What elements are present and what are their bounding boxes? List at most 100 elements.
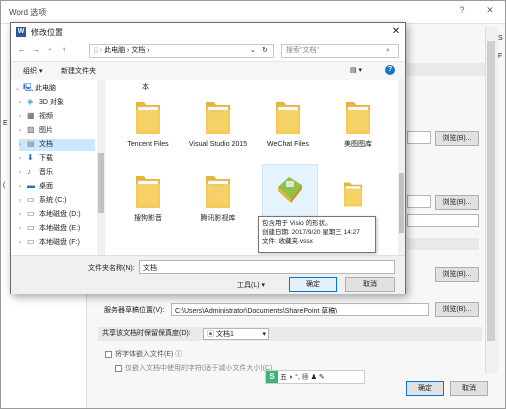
- folder-name-input[interactable]: 文档: [139, 260, 395, 274]
- chevron-right-icon[interactable]: ›: [19, 111, 27, 123]
- search-box[interactable]: 搜索"文档" ⌕: [281, 44, 399, 58]
- search-placeholder: 搜索"文档": [286, 47, 319, 54]
- ime-toolbar[interactable]: S 五 ◗ °, ▦ ♟ ✎: [265, 370, 365, 384]
- chevron-right-icon[interactable]: ›: [19, 139, 27, 151]
- recent-chevron-icon[interactable]: ⌄: [45, 45, 55, 57]
- server-drafts-field[interactable]: C:\Users\Administrator\Documents\SharePo…: [171, 303, 429, 316]
- drive-icon: ▭: [27, 195, 35, 205]
- back-arrow-icon[interactable]: ←: [17, 45, 27, 57]
- chevron-right-icon[interactable]: ›: [19, 97, 27, 109]
- forward-arrow-icon[interactable]: →: [31, 45, 41, 57]
- nav-tree-item[interactable]: › ▨ 图片: [19, 125, 95, 137]
- nav-tree-item[interactable]: › ▦ 视频: [19, 111, 95, 123]
- help-icon[interactable]: ?: [385, 65, 395, 75]
- new-folder-button[interactable]: 新建文件夹: [61, 66, 96, 76]
- file-tooltip: 包含用于 Visio 的形状。 创建日期: 2017/9/20 星期三 14:2…: [258, 216, 376, 253]
- ime-tools[interactable]: 五 ◗ °, ▦ ♟ ✎: [280, 374, 325, 381]
- sogou-s-icon: S: [266, 371, 278, 383]
- embed-fonts-option[interactable]: 将字体嵌入文件(E) ⓘ: [105, 349, 182, 359]
- drive-icon: ▭: [27, 223, 35, 233]
- file-list-scrollbar-thumb[interactable]: [399, 173, 404, 233]
- nav-tree-item[interactable]: › ⬇ 下载: [19, 153, 95, 165]
- options-cancel-button[interactable]: 取消: [450, 381, 488, 396]
- folder-item[interactable]: 美图图库: [326, 92, 390, 162]
- embed-fonts-label: 将字体嵌入文件(E): [115, 351, 174, 358]
- folder-name: 腾讯影视库: [200, 215, 236, 222]
- nav-tree-item[interactable]: ⌄ 🖳此电脑: [15, 83, 95, 95]
- help-button[interactable]: ?: [453, 5, 471, 19]
- fidelity-doc-select[interactable]: ▣ 文档1 ▾: [203, 328, 269, 340]
- nav-tree-item[interactable]: › ▬ 桌面: [19, 181, 95, 193]
- embed-only-used-option[interactable]: 仅嵌入文档中使用的字符(适于减小文件大小)(C): [115, 363, 272, 373]
- folder-icon: [136, 102, 160, 134]
- nav-tree-label: 音乐: [39, 169, 53, 176]
- browse-button[interactable]: 浏览(B)...: [435, 302, 479, 317]
- folder-item[interactable]: Tencent Files: [116, 92, 180, 162]
- chevron-down-icon[interactable]: ⌄: [250, 45, 256, 57]
- dialog-ok-button[interactable]: 确定: [289, 277, 337, 292]
- address-bar[interactable]: ▯ › 此电脑 › 文档 › ⌄ ↻: [89, 44, 274, 58]
- nav-tree-label: 视频: [39, 113, 53, 120]
- fidelity-section: 共享该文档时保留保真度(D):: [98, 327, 482, 341]
- drive-icon: ▭: [27, 237, 35, 247]
- 3d-objects-icon: ◈: [27, 97, 34, 107]
- nav-tree-item[interactable]: › ▤ 文档: [19, 139, 95, 151]
- folder-small-icon: ▯ ›: [94, 47, 105, 54]
- path-field[interactable]: [407, 195, 431, 208]
- close-icon[interactable]: ✕: [389, 25, 403, 39]
- folder-item[interactable]: 搜狗影音: [116, 166, 180, 236]
- folder-name: Visual Studio 2015: [188, 141, 248, 148]
- up-arrow-icon[interactable]: ↑: [59, 45, 69, 57]
- info-icon: ⓘ: [173, 351, 183, 358]
- chevron-right-icon[interactable]: ›: [19, 153, 27, 165]
- browse-button[interactable]: 浏览(B)...: [435, 267, 479, 282]
- organize-menu[interactable]: 组织 ▾: [23, 66, 42, 76]
- embed-fonts-checkbox[interactable]: [105, 350, 112, 358]
- folder-icon[interactable]: [342, 178, 364, 208]
- browse-button[interactable]: 浏览(B)...: [435, 131, 479, 146]
- folder-name: Tencent Files: [127, 141, 169, 148]
- folder-item[interactable]: 腾讯影视库: [186, 166, 250, 236]
- folder-item[interactable]: WeChat Files: [256, 92, 320, 162]
- nav-tree-label: 下载: [39, 155, 53, 162]
- chevron-right-icon[interactable]: ›: [19, 209, 27, 221]
- chevron-right-icon[interactable]: ›: [19, 125, 27, 137]
- search-icon[interactable]: ⌕: [386, 45, 390, 57]
- nav-tree-item[interactable]: › ▭ 系统 (C:): [19, 195, 95, 207]
- navigation-pane: ⌄ 🖳此电脑 › ◈ 3D 对象 › ▦ 视频 › ▨ 图片 › ▤ 文档 › ⬇ 下载 › ♪ 音乐 › ▬ 桌面 › ▭ 系统…: [11, 80, 98, 255]
- chevron-right-icon[interactable]: ›: [19, 181, 27, 193]
- nav-pane-scrollbar-thumb[interactable]: [98, 153, 104, 213]
- browse-button[interactable]: 浏览(B)...: [435, 195, 479, 210]
- nav-tree-item[interactable]: › ▭ 本地磁盘 (D:): [19, 209, 95, 221]
- breadcrumb-pc[interactable]: 此电脑: [104, 47, 125, 54]
- chevron-right-icon[interactable]: ›: [19, 195, 27, 207]
- path-field[interactable]: [407, 131, 431, 144]
- chevron-right-icon[interactable]: ›: [19, 223, 27, 235]
- chevron-right-icon[interactable]: ›: [19, 167, 27, 179]
- visio-stencil-file[interactable]: [262, 164, 318, 220]
- fidelity-label: 共享该文档时保留保真度(D):: [102, 330, 191, 337]
- section-header: [407, 238, 479, 250]
- options-scrollbar-thumb[interactable]: [487, 41, 495, 341]
- chevron-down-icon[interactable]: ⌄: [15, 83, 23, 95]
- breadcrumb-documents[interactable]: 文档: [131, 47, 145, 54]
- tools-menu[interactable]: 工具(L) ▾: [237, 280, 265, 290]
- folder-icon: [346, 102, 370, 134]
- nav-tree-item[interactable]: › ▭ 本地磁盘 (E:): [19, 223, 95, 235]
- options-ok-button[interactable]: 确定: [406, 381, 444, 396]
- nav-tree-item[interactable]: › ◈ 3D 对象: [19, 97, 95, 109]
- folder-icon: [206, 176, 230, 208]
- folder-icon: [344, 182, 362, 207]
- path-field[interactable]: [407, 214, 479, 227]
- nav-tree-item[interactable]: › ♪ 音乐: [19, 167, 95, 179]
- view-options[interactable]: ▤ ▾: [350, 66, 362, 74]
- nav-tree-label: 本地磁盘 (E:): [39, 225, 81, 232]
- chevron-right-icon[interactable]: ›: [19, 237, 27, 249]
- nav-tree-item[interactable]: › ▭ 本地磁盘 (F:): [19, 237, 95, 249]
- embed-only-used-checkbox[interactable]: [115, 364, 122, 372]
- close-button[interactable]: ✕: [481, 5, 499, 19]
- folder-item[interactable]: Visual Studio 2015: [186, 92, 250, 162]
- refresh-icon[interactable]: ↻: [262, 45, 268, 57]
- dialog-footer: 文件夹名称(N): 文档 工具(L) ▾ 确定 取消: [11, 255, 405, 294]
- dialog-cancel-button[interactable]: 取消: [345, 277, 395, 292]
